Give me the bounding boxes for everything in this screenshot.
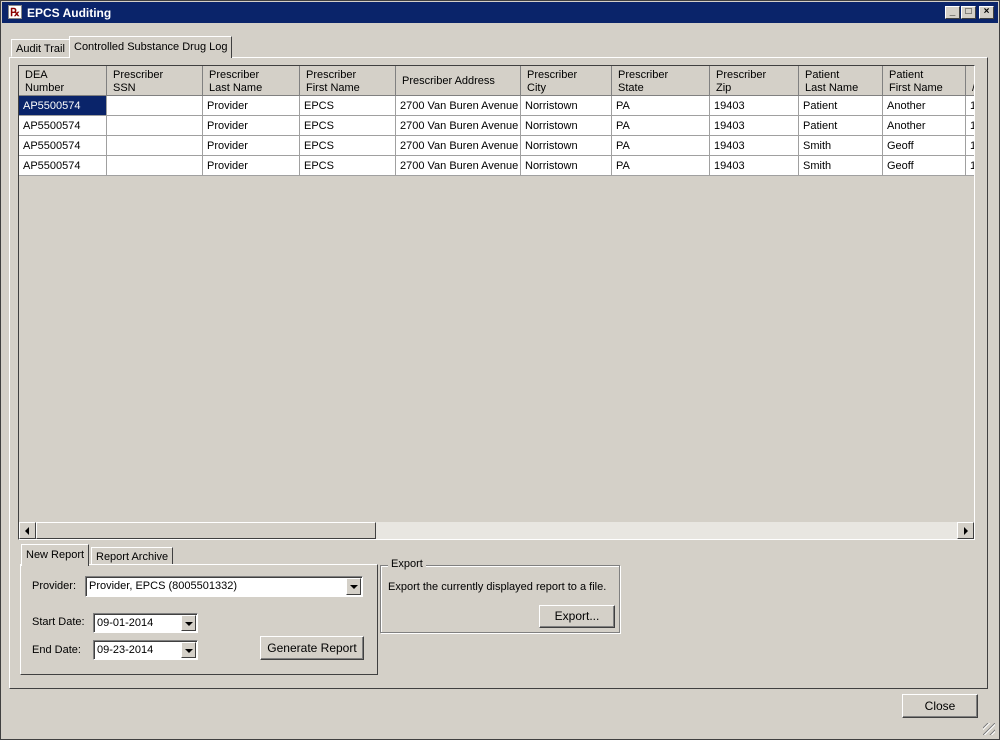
window-title: EPCS Auditing: [27, 6, 112, 20]
column-header-prescriber-city[interactable]: Prescriber City: [521, 66, 612, 96]
arrow-left-icon: [25, 527, 29, 535]
tab-controlled-substance-drug-log[interactable]: Controlled Substance Drug Log: [69, 36, 233, 58]
column-header-prescriber-last-name[interactable]: Prescriber Last Name: [203, 66, 300, 96]
table-cell[interactable]: Patient: [799, 96, 883, 116]
close-window-button[interactable]: ×: [979, 6, 994, 19]
table-cell[interactable]: 19403: [710, 156, 799, 176]
table-cell[interactable]: EPCS: [300, 136, 396, 156]
start-date-dropdown-button[interactable]: [181, 615, 196, 631]
table-cell[interactable]: Provider: [203, 96, 300, 116]
provider-select[interactable]: Provider, EPCS (8005501332): [85, 576, 363, 597]
tab-report-archive[interactable]: Report Archive: [91, 547, 174, 565]
export-description: Export the currently displayed report to…: [388, 581, 607, 593]
table-cell[interactable]: EPCS: [300, 96, 396, 116]
table-cell[interactable]: PA: [612, 136, 710, 156]
close-button[interactable]: Close: [902, 694, 978, 718]
column-header-dea-number[interactable]: DEA Number: [19, 66, 107, 96]
scroll-thumb[interactable]: [36, 522, 376, 539]
start-date-picker[interactable]: 09-01-2014: [93, 613, 198, 633]
column-header-prescriber-zip[interactable]: Prescriber Zip: [710, 66, 799, 96]
table-cell[interactable]: AP5500574: [19, 156, 107, 176]
table-cell[interactable]: 19403: [710, 96, 799, 116]
table-cell[interactable]: PA: [612, 96, 710, 116]
drug-log-table[interactable]: DEA Number Prescriber SSN Prescriber Las…: [18, 65, 975, 540]
table-cell[interactable]: 19403: [710, 116, 799, 136]
table-cell[interactable]: Geoff: [883, 136, 966, 156]
table-cell[interactable]: Patient: [799, 116, 883, 136]
arrow-right-icon: [964, 527, 968, 535]
table-cell[interactable]: EPCS: [300, 116, 396, 136]
column-header-patient-last-name[interactable]: Patient Last Name: [799, 66, 883, 96]
start-date-value: 09-01-2014: [97, 617, 154, 629]
chevron-down-icon: [185, 649, 193, 653]
table-cell[interactable]: Smith: [799, 136, 883, 156]
table-cell[interactable]: Another: [883, 96, 966, 116]
column-header-prescriber-first-name[interactable]: Prescriber First Name: [300, 66, 396, 96]
provider-dropdown-button[interactable]: [346, 578, 361, 595]
table-cell[interactable]: 2700 Van Buren Avenue: [396, 96, 521, 116]
maximize-button[interactable]: □: [961, 6, 976, 19]
end-date-dropdown-button[interactable]: [181, 642, 196, 658]
table-cell[interactable]: 1: [966, 96, 974, 116]
table-cell[interactable]: 2700 Van Buren Avenue: [396, 156, 521, 176]
tab-new-report[interactable]: New Report: [21, 544, 90, 566]
table-cell[interactable]: 2700 Van Buren Avenue: [396, 116, 521, 136]
table-cell[interactable]: 1: [966, 116, 974, 136]
column-header-partial[interactable]: /: [966, 66, 974, 96]
tab-audit-trail[interactable]: Audit Trail: [11, 39, 70, 57]
table-cell[interactable]: 1: [966, 156, 974, 176]
title-bar: ℞ EPCS Auditing _ □ ×: [2, 2, 998, 23]
table-cell[interactable]: PA: [612, 156, 710, 176]
table-cell[interactable]: AP5500574: [19, 116, 107, 136]
table-cell[interactable]: [107, 96, 203, 116]
chevron-down-icon: [185, 622, 193, 626]
scroll-right-button[interactable]: [957, 522, 974, 539]
provider-select-value: Provider, EPCS (8005501332): [89, 580, 237, 592]
provider-label: Provider:: [32, 580, 77, 592]
export-button[interactable]: Export...: [539, 605, 615, 628]
table-cell[interactable]: Another: [883, 116, 966, 136]
end-date-value: 09-23-2014: [97, 644, 154, 656]
table-cell[interactable]: 2700 Van Buren Avenue: [396, 136, 521, 156]
table-cell[interactable]: 1: [966, 136, 974, 156]
resize-grip-icon[interactable]: [983, 723, 995, 735]
horizontal-scrollbar[interactable]: [19, 522, 974, 539]
table-cell[interactable]: Geoff: [883, 156, 966, 176]
generate-report-button[interactable]: Generate Report: [260, 636, 364, 660]
table-cell[interactable]: Provider: [203, 136, 300, 156]
end-date-picker[interactable]: 09-23-2014: [93, 640, 198, 660]
table-cell[interactable]: Provider: [203, 156, 300, 176]
column-header-prescriber-address[interactable]: Prescriber Address: [396, 66, 521, 96]
table-cell[interactable]: Provider: [203, 116, 300, 136]
table-cell[interactable]: Norristown: [521, 156, 612, 176]
table-cell[interactable]: PA: [612, 116, 710, 136]
table-cell[interactable]: Norristown: [521, 116, 612, 136]
table-cell[interactable]: [107, 136, 203, 156]
table-cell[interactable]: EPCS: [300, 156, 396, 176]
prescription-icon: ℞: [8, 5, 22, 19]
table-cell[interactable]: [107, 116, 203, 136]
minimize-button[interactable]: _: [945, 6, 960, 19]
scroll-left-button[interactable]: [19, 522, 36, 539]
table-cell[interactable]: Norristown: [521, 136, 612, 156]
export-legend: Export: [388, 558, 426, 570]
end-date-label: End Date:: [32, 644, 81, 656]
epcs-auditing-window: ℞ EPCS Auditing _ □ × Audit Trail Contro…: [0, 0, 1000, 740]
chevron-down-icon: [350, 585, 358, 589]
table-cell[interactable]: Smith: [799, 156, 883, 176]
table-cell[interactable]: Norristown: [521, 96, 612, 116]
start-date-label: Start Date:: [32, 616, 85, 628]
column-header-patient-first-name[interactable]: Patient First Name: [883, 66, 966, 96]
column-header-prescriber-state[interactable]: Prescriber State: [612, 66, 710, 96]
column-header-prescriber-ssn[interactable]: Prescriber SSN: [107, 66, 203, 96]
table-cell[interactable]: AP5500574: [19, 96, 107, 116]
table-cell[interactable]: [107, 156, 203, 176]
table-cell[interactable]: 19403: [710, 136, 799, 156]
table-cell[interactable]: AP5500574: [19, 136, 107, 156]
